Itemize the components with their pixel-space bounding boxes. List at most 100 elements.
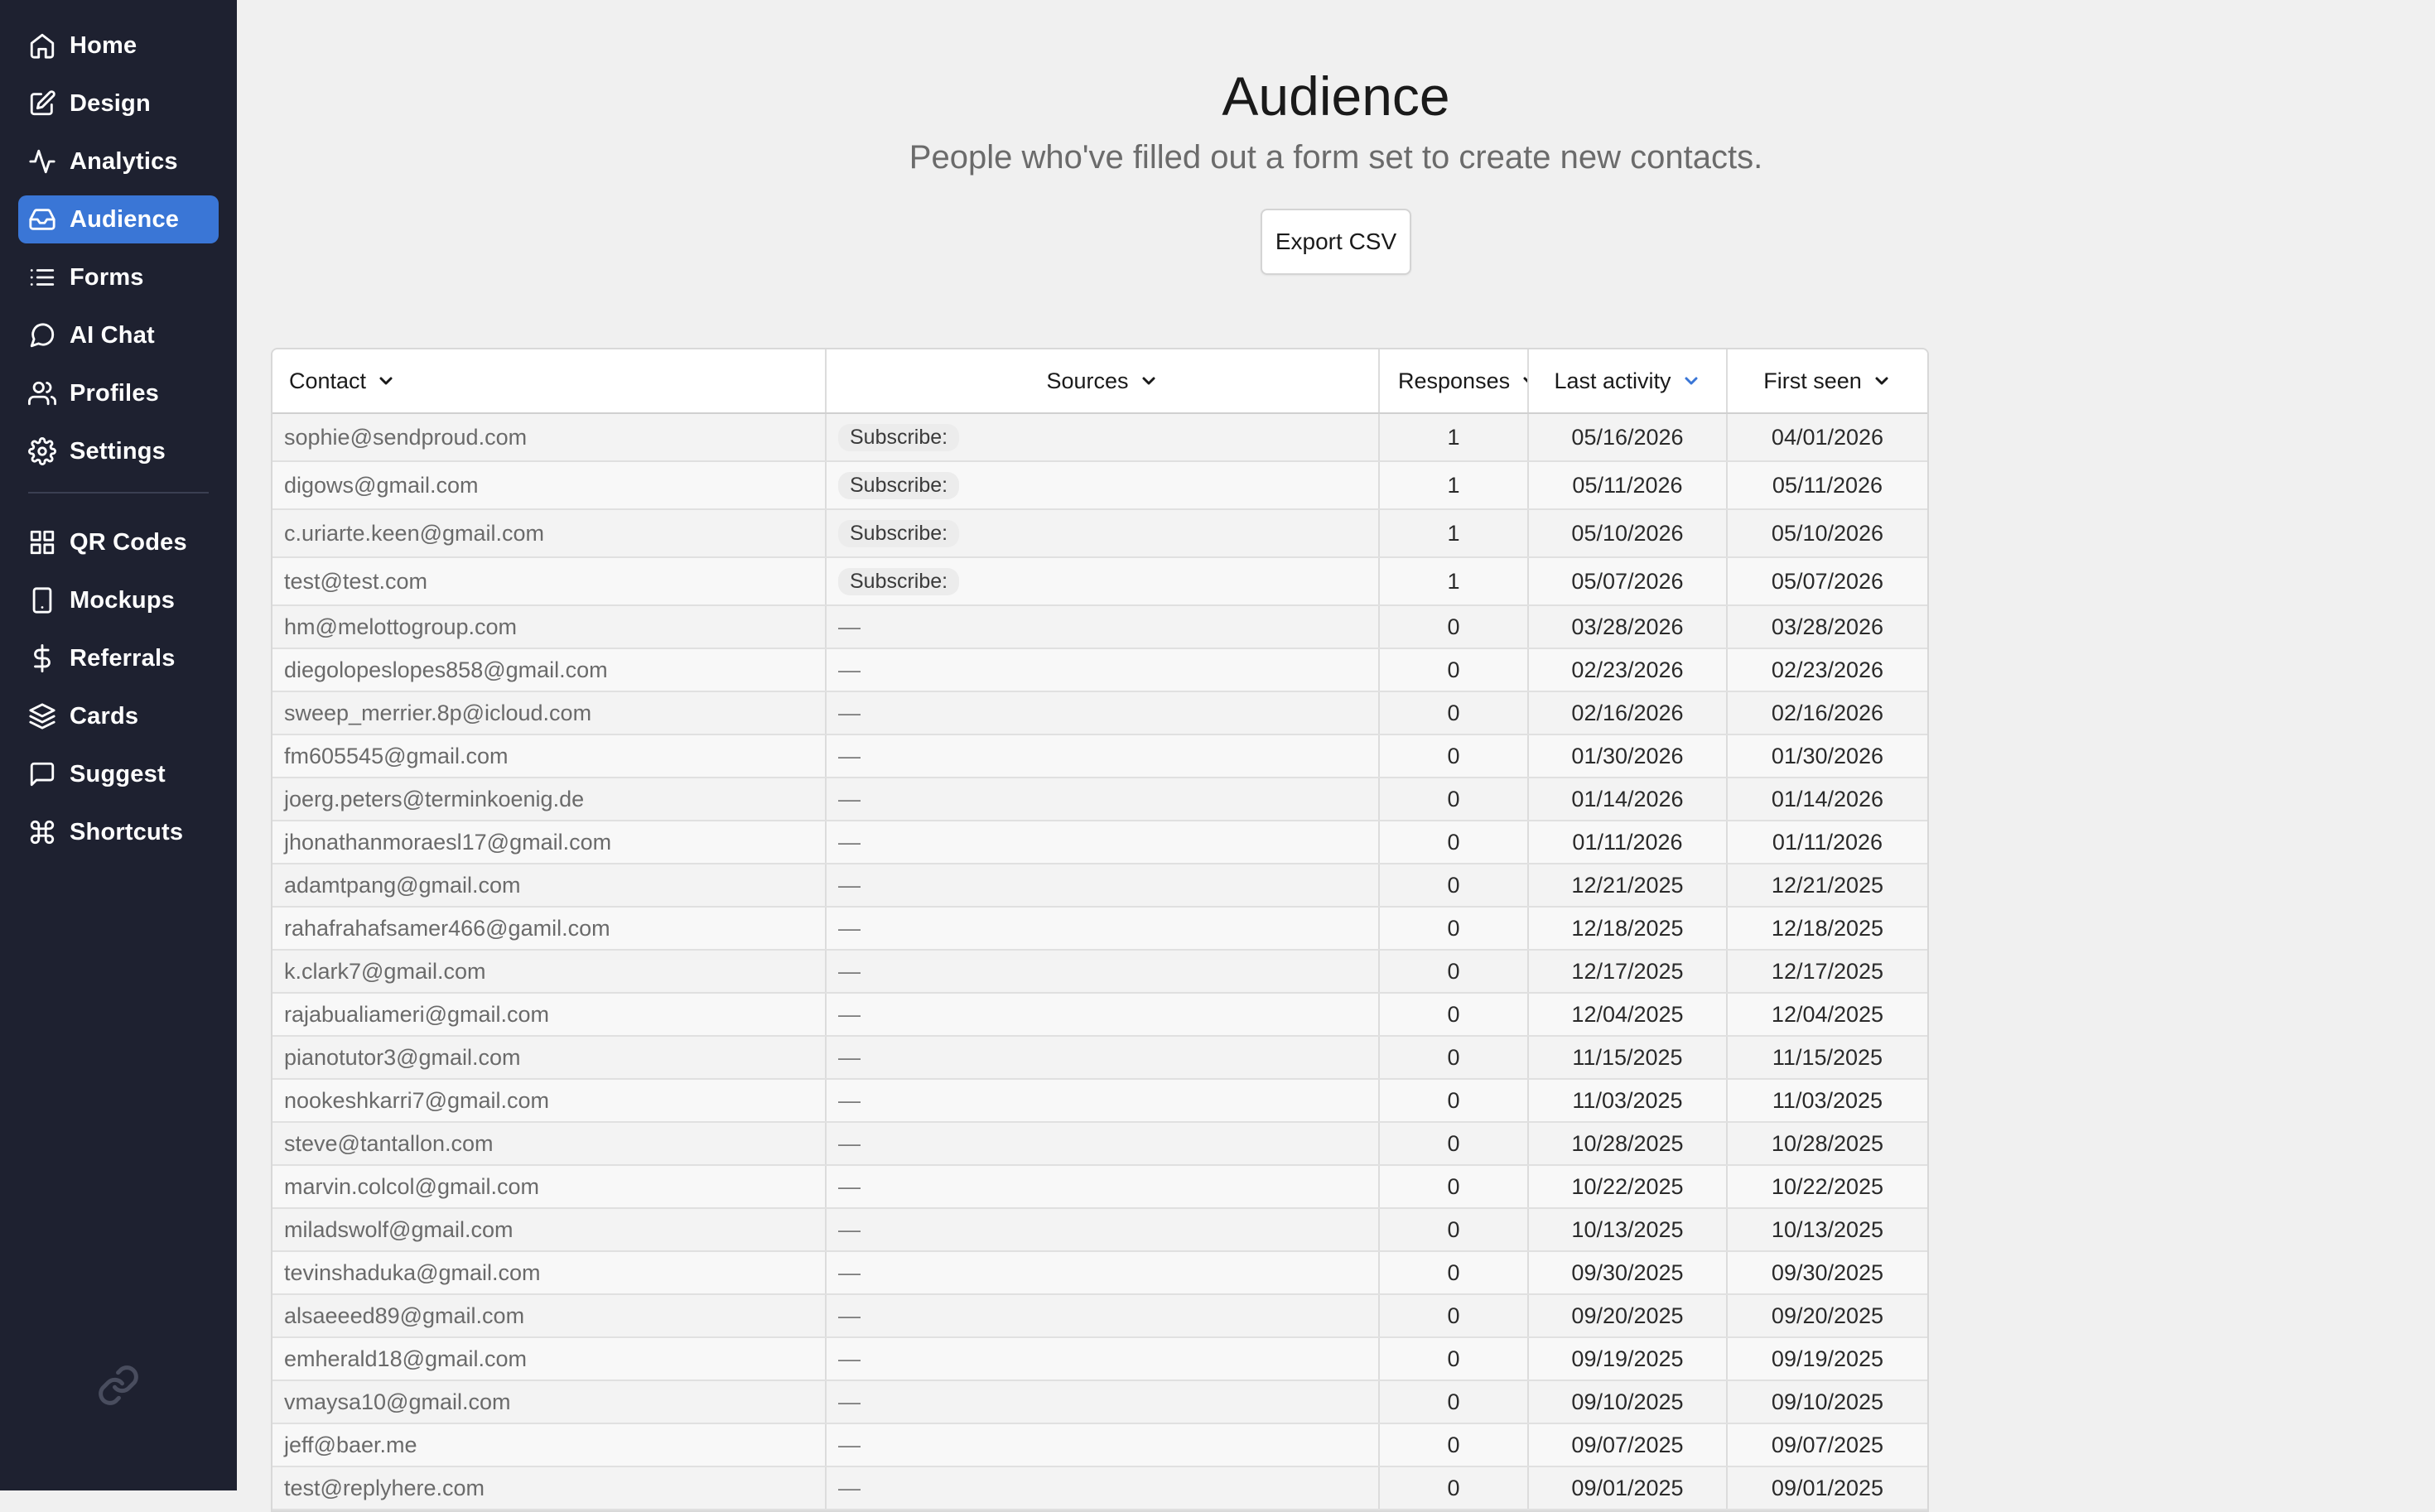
sidebar-item-label: Settings bbox=[70, 437, 166, 465]
first-seen-date: 03/28/2026 bbox=[1727, 605, 1927, 649]
edit-icon bbox=[30, 90, 55, 116]
phone-icon bbox=[32, 587, 52, 614]
column-header-contact[interactable]: Contact bbox=[272, 349, 827, 414]
sidebar-item-forms[interactable]: Forms bbox=[18, 253, 219, 301]
first-seen-date: 02/16/2026 bbox=[1727, 691, 1927, 735]
sidebar-item-label: Home bbox=[70, 31, 137, 59]
sidebar-item-profiles[interactable]: Profiles bbox=[18, 369, 219, 417]
table-row[interactable]: c.uriarte.keen@gmail.com Subscribe: 1 05/10… bbox=[272, 509, 1927, 558]
column-header-label: Contact bbox=[289, 368, 367, 393]
column-header-first-seen[interactable]: First seen bbox=[1727, 349, 1927, 414]
sidebar-item-mockups[interactable]: Mockups bbox=[18, 576, 219, 624]
first-seen-date: 09/01/2025 bbox=[1727, 1466, 1927, 1510]
chevron-down-icon bbox=[1142, 377, 1155, 385]
source-badge: Subscribe: bbox=[838, 471, 960, 499]
table-row[interactable]: alsaeeed89@gmail.com —0 09/20/2025 09/20/20… bbox=[272, 1294, 1927, 1338]
first-seen-date: 09/30/2025 bbox=[1727, 1251, 1927, 1295]
table-row[interactable]: digows@gmail.com Subscribe: 1 05/11/2026 05/… bbox=[272, 461, 1927, 510]
sidebar-item-design[interactable]: Design bbox=[18, 79, 219, 128]
table-row[interactable]: sophie@sendproud.com Subscribe: 1 05/16/202… bbox=[272, 413, 1927, 462]
last-activity-date: 11/03/2025 bbox=[1528, 1079, 1728, 1123]
sidebar-item-shortcuts[interactable]: Shortcuts bbox=[18, 808, 219, 856]
responses-count: 1 bbox=[1379, 509, 1529, 558]
link-logo-icon bbox=[99, 1365, 138, 1405]
sources-cell: — bbox=[826, 993, 1380, 1037]
table-row[interactable]: joerg.peters@terminkoenig.de —0 01/14/2026… bbox=[272, 778, 1927, 821]
table-row[interactable]: miladswolf@gmail.com —0 10/13/2025 10/13/20… bbox=[272, 1208, 1927, 1252]
responses-count: 0 bbox=[1379, 605, 1529, 649]
last-activity-date: 12/04/2025 bbox=[1528, 993, 1728, 1037]
table-body: sophie@sendproud.com Subscribe: 1 05/16/202… bbox=[272, 413, 1927, 1510]
table-row[interactable]: hm@melottogroup.com —0 03/28/2026 03/28/202… bbox=[272, 605, 1927, 649]
chevron-down-icon bbox=[1875, 377, 1888, 385]
sidebar-item-qr-codes[interactable]: QR Codes bbox=[18, 518, 219, 566]
sources-cell: Subscribe: bbox=[826, 413, 1380, 462]
table-row[interactable]: rahafrahafsamer466@gamil.com —0 12/18/2025… bbox=[272, 907, 1927, 951]
sidebar-item-label: Mockups bbox=[70, 586, 176, 614]
page-subtitle: People who've filled out a form set to c… bbox=[909, 139, 1763, 176]
responses-count: 0 bbox=[1379, 864, 1529, 908]
table-row[interactable]: vmaysa10@gmail.com —0 09/10/2025 09/10/2025 bbox=[272, 1380, 1927, 1424]
table-row[interactable]: jhonathanmoraesl17@gmail.com —0 01/11/2026… bbox=[272, 821, 1927, 864]
sidebar-item-home[interactable]: Home bbox=[18, 22, 219, 70]
table-row[interactable]: adamtpang@gmail.com —0 12/21/2025 12/21/202… bbox=[272, 864, 1927, 908]
sources-cell: Subscribe: bbox=[826, 509, 1380, 558]
responses-count: 0 bbox=[1379, 734, 1529, 778]
table-row[interactable]: marvin.colcol@gmail.com —0 10/22/2025 10/22… bbox=[272, 1165, 1927, 1209]
sidebar-item-settings[interactable]: Settings bbox=[18, 427, 219, 475]
sidebar-item-ai-chat[interactable]: AI Chat bbox=[18, 311, 219, 359]
first-seen-date: 10/13/2025 bbox=[1727, 1208, 1927, 1252]
layers-icon bbox=[29, 703, 55, 730]
responses-count: 0 bbox=[1379, 648, 1529, 692]
table-row[interactable]: emherald18@gmail.com —0 09/19/2025 09/19/20… bbox=[272, 1337, 1927, 1381]
table-row[interactable]: pianotutor3@gmail.com —0 11/15/2025 11/15/2… bbox=[272, 1036, 1927, 1080]
sidebar-item-cards[interactable]: Cards bbox=[18, 692, 219, 740]
responses-count: 0 bbox=[1379, 1466, 1529, 1510]
audience-table: Contact Sources Responses Last activity … bbox=[271, 348, 1929, 1512]
column-header-label: Responses bbox=[1398, 368, 1511, 393]
list-icon bbox=[30, 269, 55, 286]
sidebar-item-suggest[interactable]: Suggest bbox=[18, 750, 219, 798]
column-header-responses[interactable]: Responses bbox=[1379, 349, 1529, 414]
contact-email: k.clark7@gmail.com bbox=[272, 950, 827, 994]
sidebar-item-referrals[interactable]: Referrals bbox=[18, 634, 219, 682]
source-badge: Subscribe: bbox=[838, 423, 960, 451]
table-row[interactable]: nookeshkarri7@gmail.com —0 11/03/2025 11/03… bbox=[272, 1079, 1927, 1123]
users-icon bbox=[28, 381, 56, 406]
contact-email: jeff@baer.me bbox=[272, 1423, 827, 1467]
table-row[interactable]: jeff@baer.me —0 09/07/2025 09/07/2025 bbox=[272, 1423, 1927, 1467]
table-row[interactable]: tevinshaduka@gmail.com —0 09/30/2025 09/30/… bbox=[272, 1251, 1927, 1295]
export-csv-button[interactable]: Export CSV bbox=[1261, 209, 1411, 275]
sources-cell: — bbox=[826, 1208, 1380, 1252]
contact-email: adamtpang@gmail.com bbox=[272, 864, 827, 908]
command-icon bbox=[30, 820, 55, 845]
table-row[interactable]: diegolopeslopes858@gmail.com —0 02/23/2026… bbox=[272, 648, 1927, 692]
column-header-last-activity[interactable]: Last activity bbox=[1528, 349, 1728, 414]
table-row[interactable]: k.clark7@gmail.com —0 12/17/2025 12/17/2025 bbox=[272, 950, 1927, 994]
column-header-sources[interactable]: Sources bbox=[826, 349, 1380, 414]
first-seen-date: 01/11/2026 bbox=[1727, 821, 1927, 864]
first-seen-date: 09/19/2025 bbox=[1727, 1337, 1927, 1381]
last-activity-date: 09/20/2025 bbox=[1528, 1294, 1728, 1338]
first-seen-date: 10/22/2025 bbox=[1727, 1165, 1927, 1209]
last-activity-date: 01/30/2026 bbox=[1528, 734, 1728, 778]
sources-cell: — bbox=[826, 1337, 1380, 1381]
grid-icon bbox=[30, 530, 55, 555]
sources-cell: — bbox=[826, 1165, 1380, 1209]
column-header-label: First seen bbox=[1763, 368, 1862, 393]
first-seen-date: 02/23/2026 bbox=[1727, 648, 1927, 692]
contact-email: emherald18@gmail.com bbox=[272, 1337, 827, 1381]
table-row[interactable]: sweep_merrier.8p@icloud.com —0 02/16/2026 0… bbox=[272, 691, 1927, 735]
last-activity-date: 10/13/2025 bbox=[1528, 1208, 1728, 1252]
table-row[interactable]: test@replyhere.com —0 09/01/2025 09/01/2025 bbox=[272, 1466, 1927, 1510]
responses-count: 0 bbox=[1379, 778, 1529, 821]
sidebar-item-analytics[interactable]: Analytics bbox=[18, 137, 219, 185]
table-row[interactable]: fm605545@gmail.com —0 01/30/2026 01/30/2026 bbox=[272, 734, 1927, 778]
sidebar-item-label: Analytics bbox=[70, 147, 178, 175]
table-row[interactable]: steve@tantallon.com —0 10/28/2025 10/28/202… bbox=[272, 1122, 1927, 1166]
table-row[interactable]: test@test.com Subscribe: 1 05/07/2026 05/07/… bbox=[272, 557, 1927, 606]
chat-bubble-icon bbox=[30, 323, 55, 348]
sidebar-item-label: Profiles bbox=[70, 379, 159, 407]
table-row[interactable]: rajabualiameri@gmail.com —0 12/04/2025 12/0… bbox=[272, 993, 1927, 1037]
sidebar-item-audience[interactable]: Audience bbox=[18, 195, 219, 243]
